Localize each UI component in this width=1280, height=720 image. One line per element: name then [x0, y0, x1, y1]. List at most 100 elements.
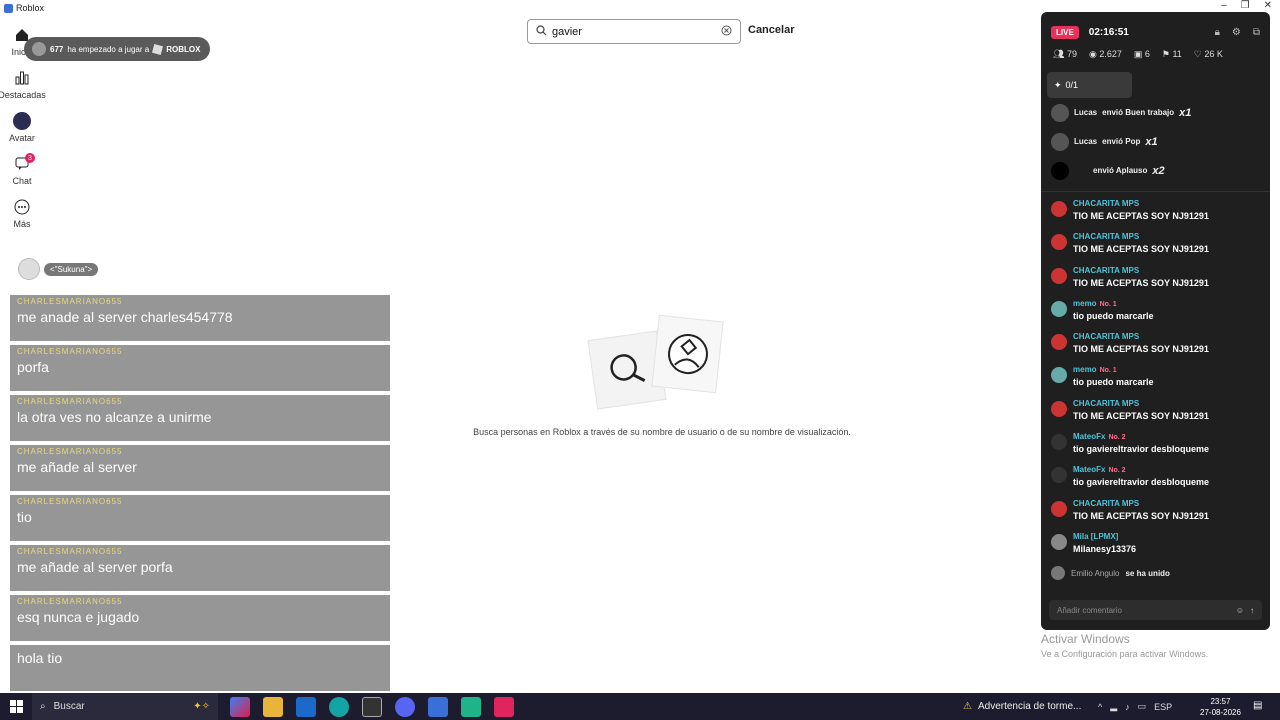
battery-icon[interactable]: ▭ — [1138, 701, 1147, 712]
avatar — [1051, 400, 1067, 417]
activate-title: Activar Windows — [1041, 632, 1130, 646]
sidebar-item-label: Chat — [12, 176, 32, 186]
avatar — [1051, 132, 1069, 151]
joined-text: se ha unido — [1125, 568, 1170, 578]
comment-row: CHACARITA MPS TIO ME ACEPTAS SOY NJ91291 — [1041, 329, 1270, 362]
comment-text: tio gaviereltravior desbloqueme — [1073, 477, 1210, 488]
sidebar-item-destacadas[interactable]: Destacadas — [0, 67, 46, 110]
gift-mult: x1 — [1179, 106, 1192, 119]
sidebar-item-mas[interactable]: Más — [0, 196, 44, 239]
popout-icon[interactable]: ⧉ — [1253, 27, 1260, 38]
app-icon[interactable] — [461, 696, 481, 717]
search-box[interactable] — [527, 19, 741, 44]
comment-row: CHACARITA MPS TIO ME ACEPTAS SOY NJ91291 — [1041, 229, 1270, 262]
avatar — [18, 258, 40, 280]
weather-warning[interactable]: ⚠ Advertencia de torme... — [963, 693, 1081, 720]
folder-icon[interactable] — [263, 696, 283, 717]
chat-text: hola tio — [17, 650, 63, 666]
gifts-stat: ▣ 6 — [1133, 48, 1150, 59]
comment-row: MateoFx No. 2 tio gaviereltravior desbloqu… — [1041, 462, 1270, 495]
store-icon[interactable] — [362, 696, 382, 717]
avatar — [1051, 267, 1067, 284]
lock-icon[interactable]: 🔒︎ — [1215, 27, 1220, 38]
sidebar-item-label: Destacadas — [0, 90, 46, 100]
sidebar-item-label: Más — [13, 219, 31, 229]
empty-state: Busca personas en Roblox a través de su … — [455, 310, 869, 437]
copilot-icon[interactable] — [230, 696, 250, 717]
chat-user: CHARLESMARIANO655 — [17, 497, 123, 506]
user-tag: <"Sukuna"> — [44, 262, 99, 276]
send-icon[interactable]: ↑ — [1250, 606, 1254, 615]
windows-start-icon[interactable] — [0, 700, 32, 713]
list-item: CHARLESMARIANO655 me añade al server — [10, 445, 390, 491]
avatar — [1051, 103, 1069, 122]
close-icon[interactable]: ✕ — [1264, 0, 1272, 11]
minimize-icon[interactable]: – — [1221, 0, 1227, 11]
taskbar-apps — [230, 696, 514, 717]
sidebar-item-avatar[interactable]: Avatar — [0, 110, 44, 153]
gift-text: envió Aplauso — [1093, 166, 1148, 175]
comment-author: MateoFx No. 2 — [1073, 432, 1126, 442]
clock[interactable]: 23:57 27-08-2026 — [1200, 696, 1241, 718]
avatar — [1051, 201, 1067, 217]
comment-row: CHACARITA MPS TIO ME ACEPTAS SOY NJ91291 — [1041, 196, 1270, 229]
comment-author: CHACARITA MPS — [1073, 232, 1140, 242]
list-item: CHARLESMARIANO655 la otra ves no alcanze … — [10, 395, 390, 441]
list-item: CHARLESMARIANO655 esq nunca e jugado — [10, 595, 390, 641]
clear-icon[interactable] — [721, 23, 732, 41]
outlook-icon[interactable] — [296, 696, 316, 717]
comment-content: Mila [LPMX] Milanesy13376 — [1073, 532, 1136, 559]
chat-text: me añade al server porfa — [17, 559, 173, 575]
taskbar-search[interactable]: ⌕ Buscar ✦✧ — [32, 693, 218, 720]
live-header: LIVE 02:16:51 🔒︎ ⚙︎ ⧉ — [1041, 12, 1270, 42]
rank-badge: No. 2 — [1108, 467, 1126, 475]
comment-text: tio puedo marcarle — [1073, 377, 1154, 388]
chat-text: tio — [17, 509, 32, 525]
comment-row: MateoFx No. 2 tio gaviereltravior desbloqu… — [1041, 429, 1270, 462]
emoji-icon[interactable]: ☺ — [1236, 606, 1244, 615]
rank-badge: No. 1 — [1099, 300, 1117, 308]
list-item: CHARLESMARIANO655 porfa — [10, 345, 390, 391]
comment-row: memo No. 1 tio puedo marcarle — [1041, 296, 1270, 329]
tiktok-icon[interactable] — [494, 696, 514, 717]
joined-row: Emilio Angulo se ha unido — [1041, 562, 1270, 584]
notification-icon[interactable]: ▤ — [1253, 700, 1262, 711]
network-icon[interactable]: ▂ — [1110, 701, 1117, 712]
comment-input[interactable]: Añadir comentario ☺ ↑ — [1049, 600, 1262, 620]
clock-date: 27-08-2026 — [1200, 708, 1241, 717]
divider — [1041, 191, 1270, 192]
comment-text: TIO ME ACEPTAS SOY NJ91291 — [1073, 510, 1209, 521]
chevron-up-icon[interactable]: ^ — [1098, 702, 1102, 712]
maximize-icon[interactable]: ❐ — [1241, 0, 1250, 11]
gift-row: Lucas envió Pop x1 — [1041, 127, 1270, 156]
comment-row: memo No. 1 tio puedo marcarle — [1041, 362, 1270, 395]
taskbar: ⌕ Buscar ✦✧ ⚠ Advertencia de torme... ^ … — [0, 693, 1280, 720]
speaker-icon[interactable]: ♪ — [1125, 702, 1130, 712]
search-input[interactable] — [552, 25, 716, 38]
sidebar-item-chat[interactable]: 3 Chat — [0, 153, 44, 196]
discord-icon[interactable] — [395, 696, 415, 717]
comment-text: TIO ME ACEPTAS SOY NJ91291 — [1073, 244, 1209, 255]
language-indicator[interactable]: ESP — [1154, 702, 1172, 712]
search-icon — [536, 23, 547, 41]
avatar — [1051, 161, 1069, 180]
clock-time: 23:57 — [1210, 697, 1231, 706]
sidebar-item-label: Avatar — [9, 133, 35, 143]
list-item: CHARLESMARIANO655 me añade al server porf… — [10, 545, 390, 591]
roblox-app-icon — [4, 3, 13, 13]
gear-icon[interactable]: ⚙︎ — [1232, 27, 1241, 38]
cancel-button[interactable]: Cancelar — [748, 24, 794, 36]
roblox-icon[interactable] — [428, 696, 448, 717]
chat-user: CHARLESMARIANO655 — [17, 297, 123, 306]
empty-illustration — [455, 310, 869, 415]
rank-badge: No. 2 — [1108, 434, 1126, 442]
rank-badge: No. 1 — [1099, 367, 1117, 375]
comment-content: CHACARITA MPS TIO ME ACEPTAS SOY NJ91291 — [1073, 266, 1209, 293]
chat-text: esq nunca e jugado — [17, 609, 140, 625]
comment-content: CHACARITA MPS TIO ME ACEPTAS SOY NJ91291 — [1073, 399, 1209, 426]
views-stat: ◉ 2.627 — [1088, 48, 1122, 59]
gift-text: envió Buen trabajo — [1102, 108, 1175, 117]
gift-goal[interactable]: ✦ 0/1 — [1047, 72, 1132, 98]
comment-text: tio puedo marcarle — [1073, 310, 1154, 321]
edge-icon[interactable] — [329, 696, 349, 717]
